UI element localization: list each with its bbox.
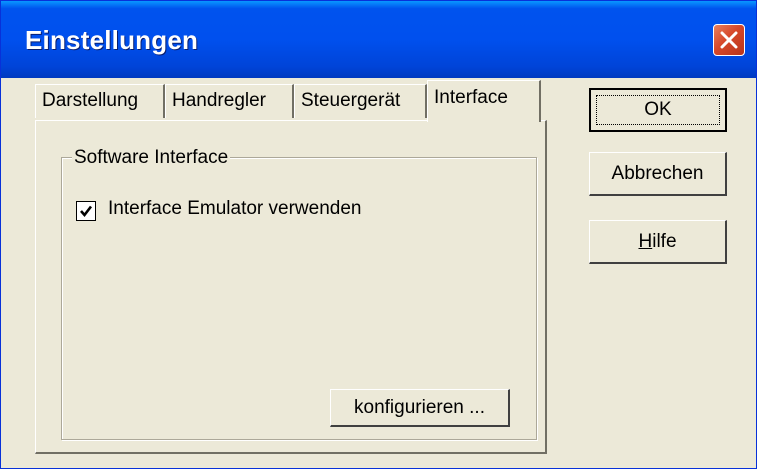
tab-label: Steuergerät — [301, 90, 401, 111]
emulator-checkbox-label[interactable]: Interface Emulator verwenden — [108, 198, 361, 220]
title-bar[interactable]: Einstellungen — [1, 1, 756, 78]
configure-button[interactable]: konfigurieren ... — [330, 389, 510, 427]
help-label-rest: ilfe — [652, 230, 677, 252]
dialog-client: Darstellung Handregler Steuergerät Inter… — [5, 78, 752, 464]
tab-label: Handregler — [172, 90, 266, 111]
help-button[interactable]: Hilfe — [589, 220, 727, 264]
ok-button[interactable]: OK — [589, 88, 727, 132]
cancel-button[interactable]: Abbrechen — [589, 152, 727, 196]
help-button-label: Hilfe — [638, 231, 676, 253]
dialog-window: Einstellungen Darstellung Handregler Ste… — [0, 0, 757, 469]
group-title: Software Interface — [72, 147, 231, 169]
help-mnemonic: H — [638, 230, 653, 252]
focus-rectangle — [596, 95, 720, 125]
tab-panel-interface: Software Interface Interface Emulator ve… — [35, 120, 547, 454]
tab-darstellung[interactable]: Darstellung — [35, 84, 165, 118]
tab-steuergeraet[interactable]: Steuergerät — [294, 84, 427, 118]
window-title: Einstellungen — [25, 25, 199, 55]
close-icon — [720, 31, 738, 49]
checkmark-icon — [80, 205, 93, 218]
cancel-button-label: Abbrechen — [611, 162, 704, 184]
tab-label: Darstellung — [42, 90, 139, 111]
close-button[interactable] — [713, 24, 745, 56]
tab-label: Interface — [434, 87, 508, 108]
tab-interface[interactable]: Interface — [427, 80, 541, 122]
emulator-checkbox[interactable] — [76, 201, 96, 221]
configure-button-label: konfigurieren ... — [354, 396, 485, 418]
tab-handregler[interactable]: Handregler — [165, 84, 294, 118]
